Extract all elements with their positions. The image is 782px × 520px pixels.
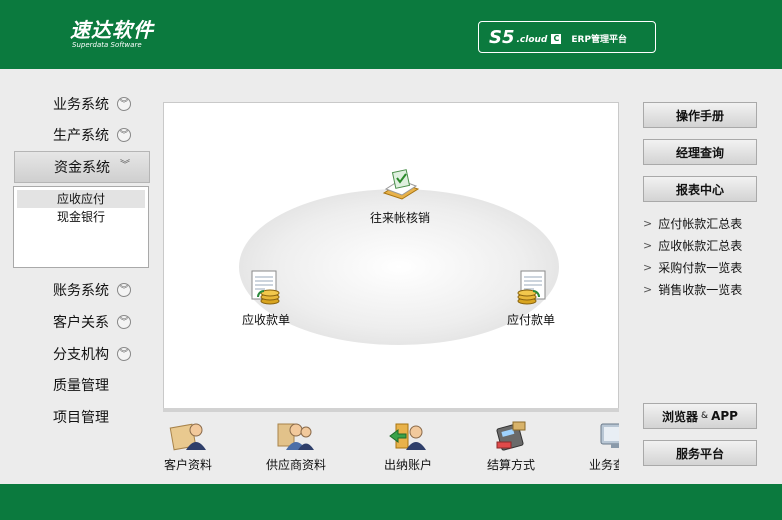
monitor-search-icon	[600, 423, 619, 448]
report-link-label: 应付帐款汇总表	[658, 217, 743, 231]
cashier-account-icon	[389, 423, 426, 450]
report-link-purchase-payments[interactable]: > 采购付款一览表	[643, 259, 742, 276]
sidebar-item-label: 生产系统	[53, 128, 109, 144]
manual-button[interactable]: 操作手册	[643, 102, 757, 128]
funds-submenu: 应收应付 现金银行	[13, 186, 149, 268]
sidebar-item-label: 客户关系	[53, 315, 109, 331]
suppliers-people-icon	[277, 423, 314, 450]
badge-erp: ERP管理平台	[571, 34, 628, 45]
shortcut-label: 供应商资料	[265, 458, 326, 472]
footer-bar	[0, 484, 782, 520]
sidebar-item-label: 资金系统	[54, 160, 110, 176]
chevron-down-icon: ︾	[120, 160, 130, 171]
sidebar-item-label: 质量管理	[53, 378, 109, 394]
shortcut-label: 业务查	[589, 458, 619, 472]
sidebar-item-funds[interactable]: 资金系统 ︾	[14, 151, 150, 183]
sidebar-item-label: 业务系统	[53, 97, 109, 113]
logo: 速达软件 Superdata Software	[70, 19, 154, 49]
sidebar-item-accounting[interactable]: 账务系统 ︾	[14, 275, 150, 305]
node-reconcile[interactable]: 往来帐核销	[360, 169, 440, 226]
chevron-right-icon: >	[643, 261, 653, 274]
node-receipt-voucher[interactable]: 应收款单	[226, 269, 306, 328]
shortcut-cashier-accounts[interactable]: 出纳账户	[380, 420, 436, 473]
report-link-label: 采购付款一览表	[658, 261, 743, 275]
shortcut-label: 结算方式	[486, 458, 535, 472]
product-badge: S5 .cloud C ERP管理平台	[478, 21, 656, 53]
app-label: APP	[711, 409, 738, 423]
sidebar-item-label: 账务系统	[53, 283, 109, 299]
ledger-book-icon	[382, 169, 420, 200]
node-label: 往来帐核销	[369, 211, 430, 225]
badge-s5: S5	[489, 26, 515, 48]
node-label: 应收款单	[241, 313, 290, 327]
shortcut-label: 客户资料	[163, 458, 212, 472]
sidebar-item-branches[interactable]: 分支机构 ︾	[14, 339, 150, 369]
node-payment-voucher[interactable]: 应付款单	[491, 269, 571, 328]
sidebar-item-label: 分支机构	[53, 347, 109, 363]
browser-label: 浏览器	[662, 409, 699, 424]
chevron-right-icon: >	[643, 239, 653, 252]
logo-cn: 速达软件	[70, 18, 154, 42]
chevron-down-icon: ︾	[117, 347, 131, 361]
badge-cloud: .cloud	[516, 35, 548, 45]
sidebar-item-label: 项目管理	[53, 410, 109, 426]
report-link-label: 应收帐款汇总表	[658, 239, 743, 253]
panel-divider	[163, 408, 619, 412]
logo-en: Superdata Software	[72, 41, 142, 49]
chevron-down-icon: ︾	[117, 97, 131, 111]
flow-diagram-panel: 往来帐核销 应收款单 应付款单	[163, 102, 619, 409]
shortcut-label: 出纳账户	[383, 458, 432, 472]
shortcut-business-query[interactable]: 业务查	[585, 420, 619, 473]
badge-c-icon: C	[551, 33, 562, 44]
sidebar-item-crm[interactable]: 客户关系 ︾	[14, 307, 150, 337]
chevron-down-icon: ︾	[117, 283, 131, 297]
sidebar-item-business[interactable]: 业务系统 ︾	[14, 89, 150, 119]
chevron-down-icon: ︾	[117, 315, 131, 329]
ampersand: &	[701, 411, 709, 421]
report-link-payables-summary[interactable]: > 应付帐款汇总表	[643, 215, 742, 232]
shortcut-customers[interactable]: 客户资料	[160, 420, 216, 473]
settlement-terminal-icon	[496, 421, 526, 451]
report-center-button[interactable]: 报表中心	[643, 176, 757, 202]
sidebar-item-projects[interactable]: 项目管理	[14, 402, 150, 432]
payment-voucher-icon	[517, 270, 546, 305]
chevron-right-icon: >	[643, 217, 653, 230]
service-platform-button[interactable]: 服务平台	[643, 440, 757, 466]
submenu-item-cash-bank[interactable]: 现金银行	[17, 208, 145, 226]
browser-app-button[interactable]: 浏览器 & APP	[643, 403, 757, 429]
shortcut-settlement-methods[interactable]: 结算方式	[483, 420, 539, 473]
customer-card-icon	[169, 423, 206, 451]
chevron-right-icon: >	[643, 283, 653, 296]
receipt-voucher-icon	[251, 270, 280, 305]
report-link-sales-receipts[interactable]: > 销售收款一览表	[643, 281, 742, 298]
chevron-down-icon: ︾	[117, 128, 131, 142]
report-link-label: 销售收款一览表	[658, 283, 743, 297]
shortcut-suppliers[interactable]: 供应商资料	[262, 420, 330, 473]
sidebar-item-quality[interactable]: 质量管理	[14, 370, 150, 400]
header-bar: 速达软件 Superdata Software S5 .cloud C ERP管…	[0, 0, 782, 69]
manager-query-button[interactable]: 经理查询	[643, 139, 757, 165]
sidebar-item-production[interactable]: 生产系统 ︾	[14, 120, 150, 150]
node-label: 应付款单	[506, 313, 555, 327]
submenu-item-receivable-payable[interactable]: 应收应付	[17, 190, 145, 208]
report-link-receivables-summary[interactable]: > 应收帐款汇总表	[643, 237, 742, 254]
